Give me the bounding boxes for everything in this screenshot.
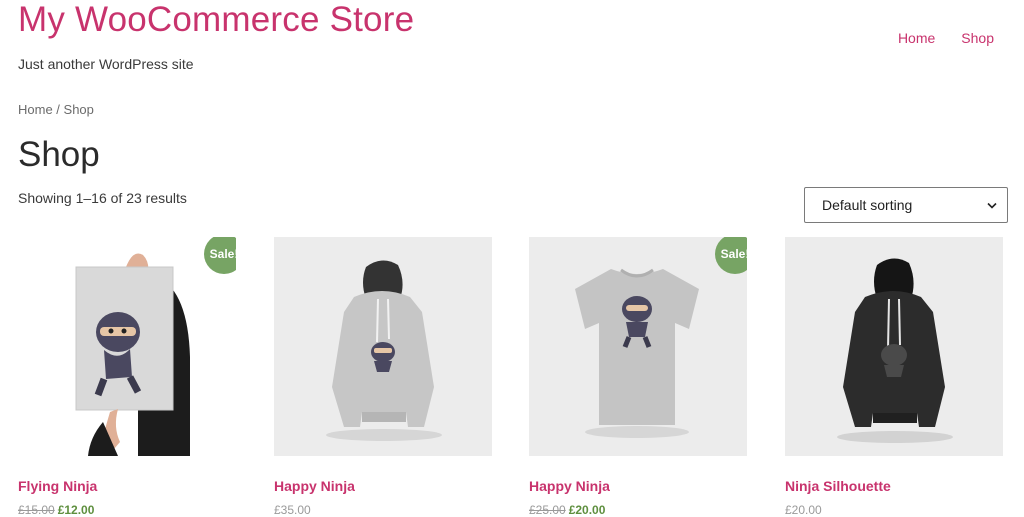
breadcrumb-current: Shop [63, 102, 94, 117]
product-card[interactable]: Sale! Happy Ninja £25.00 £20.00 [529, 237, 747, 517]
product-image-black-hoodie-ninja[interactable] [785, 237, 1003, 456]
sorting-dropdown[interactable]: Default sorting [804, 187, 1008, 223]
product-card[interactable]: Sale! Flying Ninja £15.00 £12.00 [18, 237, 236, 517]
breadcrumb-home-link[interactable]: Home [18, 102, 53, 117]
sorting-selected-value: Default sorting [822, 197, 913, 213]
product-price: £35.00 [274, 503, 311, 517]
product-card[interactable]: Happy Ninja £35.00 [274, 237, 492, 517]
breadcrumb: Home / Shop [18, 102, 94, 117]
product-title[interactable]: Ninja Silhouette [785, 478, 891, 494]
product-price: £20.00 [785, 503, 822, 517]
product-title[interactable]: Flying Ninja [18, 478, 97, 494]
product-price: £15.00 £12.00 [18, 503, 94, 517]
site-title[interactable]: My WooCommerce Store [18, 0, 414, 40]
page-title: Shop [18, 135, 100, 174]
product-image-grey-hoodie-ninja[interactable] [274, 237, 492, 456]
product-title[interactable]: Happy Ninja [529, 478, 610, 494]
site-tagline: Just another WordPress site [18, 56, 194, 72]
product-card[interactable]: Ninja Silhouette £20.00 [785, 237, 1003, 517]
breadcrumb-separator: / [52, 102, 64, 117]
sale-price: £20.00 [568, 503, 606, 517]
product-image-poster-ninja[interactable]: Sale! [18, 237, 236, 456]
product-title[interactable]: Happy Ninja [274, 478, 355, 494]
regular-price: £20.00 [785, 503, 822, 517]
regular-price: £35.00 [274, 503, 311, 517]
regular-price: £15.00 [18, 503, 55, 517]
main-navigation: Home Shop [898, 30, 994, 46]
result-count: Showing 1–16 of 23 results [18, 190, 187, 206]
regular-price: £25.00 [529, 503, 566, 517]
sale-price: £12.00 [57, 503, 95, 517]
nav-home-link[interactable]: Home [898, 30, 935, 46]
product-image-grey-tshirt-ninja[interactable]: Sale! [529, 237, 747, 456]
product-price: £25.00 £20.00 [529, 503, 605, 517]
chevron-down-icon [987, 202, 997, 209]
nav-shop-link[interactable]: Shop [961, 30, 994, 46]
